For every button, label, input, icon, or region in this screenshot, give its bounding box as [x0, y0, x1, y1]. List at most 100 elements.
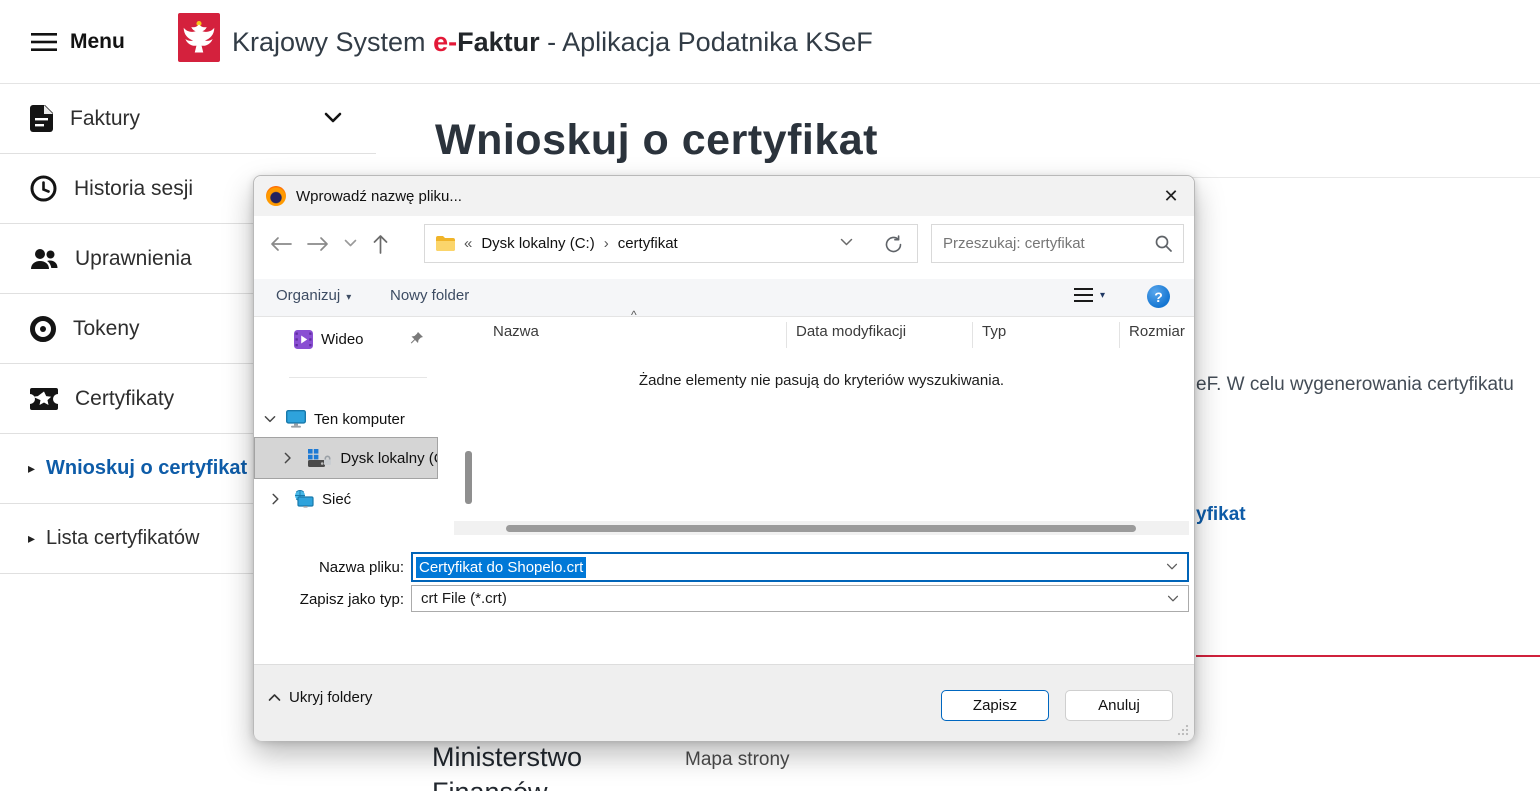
- save-button[interactable]: Zapisz: [941, 690, 1049, 721]
- back-icon[interactable]: [270, 236, 292, 252]
- search-input[interactable]: [943, 226, 1148, 261]
- refresh-icon[interactable]: [884, 235, 903, 254]
- sidebar-item-label: Tokeny: [73, 317, 140, 341]
- filetype-dropdown-chevron-icon: [1167, 595, 1179, 603]
- breadcrumb-separator-icon: ›: [604, 235, 609, 252]
- nav-item-label: Wideo: [321, 331, 364, 348]
- close-icon: ✕: [1163, 186, 1178, 207]
- horizontal-scrollbar-thumb[interactable]: [506, 525, 1136, 532]
- column-separator[interactable]: [972, 322, 973, 348]
- certificate-star-icon: [30, 388, 58, 410]
- forward-icon[interactable]: [307, 236, 329, 252]
- filename-value-selected: Certyfikat do Shopelo.crt: [416, 557, 586, 578]
- nav-separator: [289, 377, 427, 378]
- filetype-select[interactable]: crt File (*.crt): [411, 585, 1189, 612]
- nav-item-ten-komputer[interactable]: Ten komputer: [264, 405, 405, 433]
- chevron-up-icon: [268, 693, 281, 702]
- triangle-right-icon: ▸: [28, 530, 35, 547]
- new-folder-label: Nowy folder: [390, 287, 469, 304]
- document-icon: [30, 105, 53, 132]
- logo-emblem: [178, 13, 220, 62]
- filename-dropdown-chevron-icon[interactable]: [1166, 563, 1178, 571]
- column-header-nazwa[interactable]: Nazwa: [493, 323, 539, 340]
- sidebar-item-label: Historia sesji: [74, 177, 193, 201]
- nav-item-dysk-lokalny[interactable]: Dysk lokalny (C:): [254, 437, 438, 479]
- sidebar-item-faktury[interactable]: Faktury: [0, 84, 376, 154]
- filetype-label: Zapisz jako typ:: [254, 591, 404, 608]
- nav-item-wideo[interactable]: Wideo: [294, 325, 364, 353]
- organize-label: Organizuj: [276, 287, 340, 304]
- nav-item-siec[interactable]: Sieć: [270, 485, 351, 513]
- breadcrumb-root[interactable]: Dysk lokalny (C:): [481, 235, 594, 252]
- command-bar: Organizuj ▾ Nowy folder ▾ ?: [254, 279, 1194, 317]
- generate-certificate-link-fragment[interactable]: yfikat: [1196, 504, 1246, 526]
- clock-icon: [30, 175, 57, 202]
- filename-label: Nazwa pliku:: [254, 559, 404, 576]
- filename-input[interactable]: Certyfikat do Shopelo.crt: [411, 552, 1189, 582]
- hide-folders-button[interactable]: Ukryj foldery: [268, 689, 372, 706]
- footer-top-divider: [1196, 655, 1540, 657]
- search-box: [931, 224, 1184, 263]
- chevron-right-icon[interactable]: [283, 452, 292, 464]
- view-mode-button[interactable]: ▾: [1074, 287, 1105, 303]
- address-bar[interactable]: « Dysk lokalny (C:) › certyfikat: [424, 224, 918, 263]
- empty-list-message: Żadne elementy nie pasują do kryteriów w…: [454, 372, 1189, 389]
- save-button-label: Zapisz: [973, 697, 1017, 714]
- brand-faktur: Faktur: [457, 27, 540, 58]
- sidebar-item-label: Certyfikaty: [75, 387, 174, 411]
- column-separator[interactable]: [1119, 322, 1120, 348]
- users-icon: [30, 247, 58, 271]
- nav-item-label: Dysk lokalny (C:): [340, 450, 437, 467]
- screen: Menu Krajowy System e-Faktur - Aplikacja…: [0, 0, 1540, 791]
- save-file-dialog: Wprowadź nazwę pliku... ✕: [253, 175, 1195, 740]
- sidebar-item-label: Wnioskuj o certyfikat: [46, 457, 247, 480]
- address-dropdown-chevron-icon[interactable]: [840, 238, 853, 247]
- dialog-titlebar[interactable]: Wprowadź nazwę pliku... ✕: [254, 176, 1194, 216]
- chevron-down-icon: [324, 112, 342, 124]
- resize-grip[interactable]: [1177, 724, 1189, 736]
- organize-button[interactable]: Organizuj ▾: [276, 287, 351, 304]
- breadcrumb-overflow-icon[interactable]: «: [464, 235, 472, 252]
- footer-ministry-line2: Finansów: [432, 775, 582, 791]
- column-header-data-modyfikacji[interactable]: Data modyfikacji: [796, 323, 906, 340]
- sidebar-item-label: Uprawnienia: [75, 247, 192, 271]
- chevron-down-icon[interactable]: [264, 415, 276, 424]
- column-header-typ[interactable]: Typ: [982, 323, 1006, 340]
- new-folder-button[interactable]: Nowy folder: [390, 287, 469, 304]
- videos-icon: [294, 330, 313, 349]
- caret-down-icon: ▾: [346, 292, 351, 303]
- column-header-rozmiar[interactable]: Rozmiar: [1129, 323, 1185, 340]
- nav-item-label: Ten komputer: [314, 411, 405, 428]
- column-separator[interactable]: [786, 322, 787, 348]
- address-row: « Dysk lokalny (C:) › certyfikat: [254, 216, 1194, 271]
- footer-ministry-line1: Ministerstwo: [432, 740, 582, 775]
- breadcrumb-current[interactable]: certyfikat: [618, 235, 678, 252]
- list-view-icon: [1074, 287, 1093, 303]
- nav-item-label: Sieć: [322, 491, 351, 508]
- brand-e: e-: [433, 27, 457, 58]
- up-icon[interactable]: [372, 234, 389, 254]
- cancel-button-label: Anuluj: [1098, 697, 1140, 714]
- chevron-right-icon[interactable]: [270, 493, 281, 505]
- token-icon: [30, 316, 56, 342]
- brand-prefix: Krajowy System: [232, 27, 433, 58]
- dialog-bottom-bar: Ukryj foldery Zapisz Anuluj: [254, 664, 1194, 741]
- folder-icon: [436, 236, 455, 251]
- pin-icon[interactable]: [409, 331, 424, 346]
- cancel-button[interactable]: Anuluj: [1065, 690, 1173, 721]
- help-button[interactable]: ?: [1147, 285, 1170, 308]
- footer-sitemap-link[interactable]: Mapa strony: [685, 749, 790, 771]
- menu-label: Menu: [70, 30, 125, 54]
- firefox-icon: [266, 186, 286, 206]
- menu-button[interactable]: Menu: [30, 0, 125, 84]
- horizontal-scrollbar-track[interactable]: [454, 521, 1189, 535]
- recent-locations-chevron-icon[interactable]: [344, 239, 357, 248]
- sidebar-item-label: Lista certyfikatów: [46, 527, 199, 550]
- nav-scrollbar[interactable]: [465, 451, 472, 504]
- page-title: Wnioskuj o certyfikat: [435, 116, 878, 165]
- search-icon[interactable]: [1155, 235, 1172, 252]
- app-title: Krajowy System e-Faktur - Aplikacja Poda…: [232, 0, 873, 84]
- close-button[interactable]: ✕: [1154, 179, 1188, 213]
- sidebar-item-label: Faktury: [70, 107, 140, 131]
- history-nav: [270, 216, 389, 271]
